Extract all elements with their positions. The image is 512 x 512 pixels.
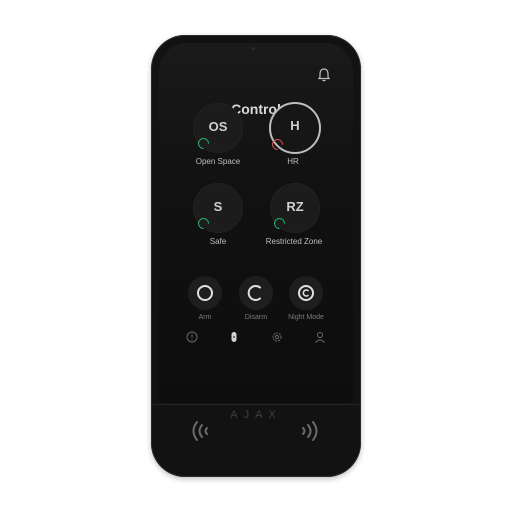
zone-label: HR: [287, 157, 299, 166]
disarm-button[interactable]: [239, 276, 273, 310]
alert-icon[interactable]: [185, 330, 199, 344]
zone-label: Restricted Zone: [265, 237, 323, 246]
keypad-device: Control AJAX: [151, 35, 361, 477]
arm-button[interactable]: [188, 276, 222, 310]
zone-code: RZ: [286, 199, 304, 214]
zone-code: H: [290, 118, 300, 133]
settings-icon[interactable]: [270, 330, 284, 344]
bell-icon[interactable]: [316, 67, 332, 83]
touch-screen: [159, 43, 353, 403]
zone-code: OS: [208, 119, 228, 134]
arm-icon: [197, 285, 213, 301]
night-mode-button[interactable]: [289, 276, 323, 310]
nfc-left-icon: [192, 421, 208, 441]
zone-code: S: [213, 199, 223, 214]
keypad-icon[interactable]: [227, 330, 241, 344]
night-mode-icon: [298, 285, 314, 301]
divider: [151, 404, 361, 405]
brand-logo: AJAX: [230, 409, 282, 421]
user-icon[interactable]: [313, 330, 327, 344]
mode-label: Night Mode: [288, 314, 324, 321]
disarm-icon: [247, 285, 261, 301]
camera-dot: [252, 47, 255, 50]
page-title: Control: [231, 101, 281, 117]
nfc-right-icon: [302, 421, 318, 441]
